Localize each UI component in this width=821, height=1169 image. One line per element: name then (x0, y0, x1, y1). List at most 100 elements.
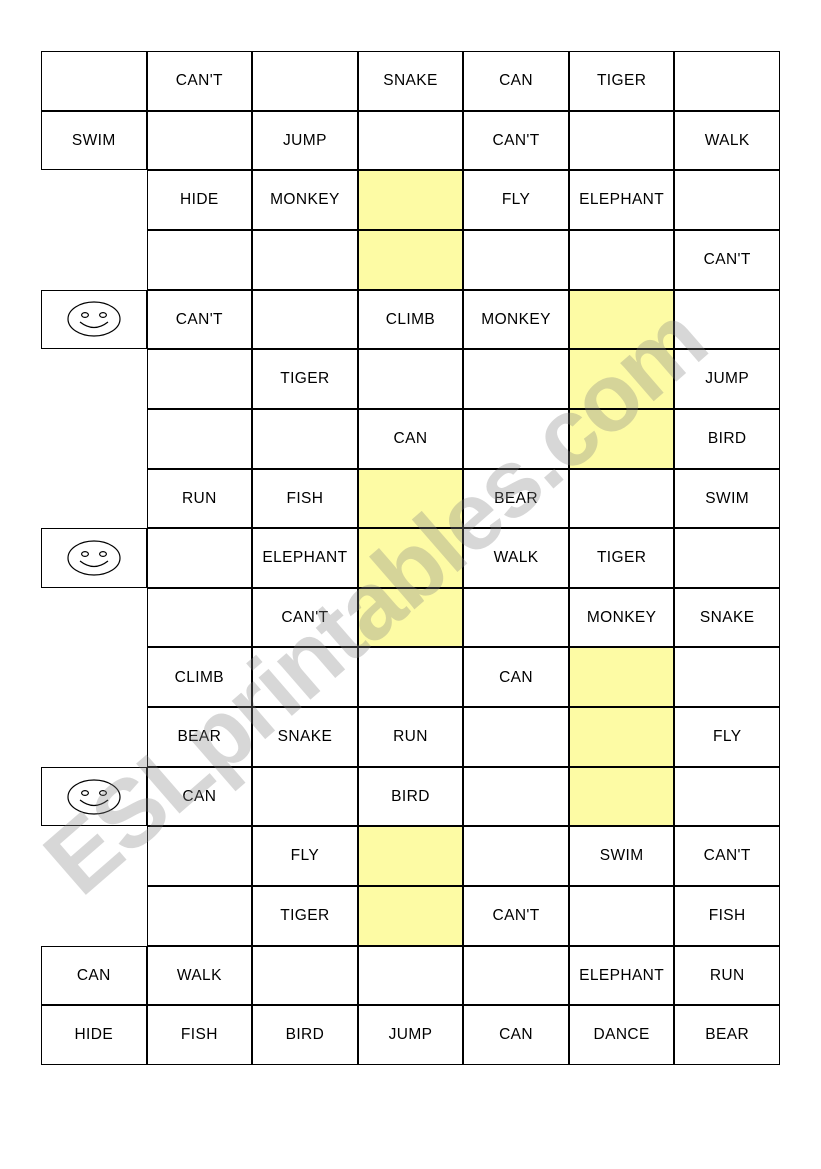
grid-cell[interactable] (463, 587, 569, 648)
grid-cell[interactable] (41, 230, 147, 290)
grid-cell[interactable]: CLIMB (357, 289, 464, 350)
grid-cell[interactable] (146, 886, 253, 946)
grid-cell[interactable]: FLY (463, 170, 569, 230)
grid-cell[interactable]: MONKEY (463, 289, 569, 350)
grid-cell[interactable] (357, 647, 464, 708)
grid-cell[interactable] (568, 408, 675, 469)
grid-cell[interactable]: TIGER (568, 51, 675, 111)
grid-cell[interactable] (568, 766, 675, 827)
grid-cell[interactable]: FLY (674, 707, 780, 767)
grid-cell[interactable]: CAN (463, 1005, 569, 1065)
grid-cell[interactable]: CAN (41, 945, 147, 1006)
grid-cell[interactable]: CAN (463, 647, 569, 708)
grid-cell-smiley[interactable] (41, 766, 147, 827)
grid-cell[interactable] (357, 468, 464, 529)
grid-cell[interactable]: CAN'T (252, 587, 358, 648)
grid-cell[interactable]: BIRD (357, 766, 464, 827)
grid-cell[interactable] (41, 51, 147, 111)
grid-cell[interactable]: FISH (146, 1005, 253, 1065)
grid-cell[interactable]: HIDE (146, 170, 253, 230)
grid-cell[interactable]: FLY (252, 826, 358, 887)
grid-cell[interactable] (357, 886, 464, 946)
grid-cell[interactable] (252, 647, 358, 708)
grid-cell[interactable]: HIDE (41, 1005, 147, 1065)
grid-cell-smiley[interactable] (41, 528, 147, 588)
grid-cell[interactable] (674, 528, 780, 588)
grid-cell[interactable]: WALK (463, 528, 569, 588)
grid-cell[interactable]: BIRD (674, 408, 780, 469)
grid-cell[interactable] (41, 349, 147, 409)
grid-cell[interactable]: BEAR (674, 1005, 780, 1065)
grid-cell[interactable]: SNAKE (674, 587, 780, 648)
grid-cell[interactable] (568, 289, 675, 350)
grid-cell[interactable] (146, 229, 253, 290)
grid-cell[interactable] (357, 110, 464, 171)
grid-cell[interactable]: WALK (146, 945, 253, 1006)
grid-cell[interactable] (41, 707, 147, 767)
grid-cell[interactable]: ELEPHANT (568, 170, 675, 230)
grid-cell[interactable]: ELEPHANT (252, 528, 358, 588)
grid-cell[interactable]: CAN (357, 408, 464, 469)
grid-cell[interactable]: SNAKE (252, 707, 358, 767)
grid-cell[interactable] (252, 229, 358, 290)
grid-cell[interactable]: ELEPHANT (568, 945, 675, 1006)
grid-cell[interactable] (357, 945, 464, 1006)
grid-cell[interactable] (463, 349, 569, 409)
grid-cell[interactable] (463, 826, 569, 887)
grid-cell[interactable]: TIGER (252, 349, 358, 409)
grid-cell[interactable]: TIGER (568, 528, 675, 588)
grid-cell[interactable] (568, 349, 675, 409)
grid-cell[interactable] (357, 229, 464, 290)
grid-cell[interactable] (41, 469, 147, 529)
grid-cell[interactable] (463, 945, 569, 1006)
grid-cell[interactable]: CAN'T (146, 289, 253, 350)
grid-cell[interactable]: CAN'T (463, 886, 569, 946)
grid-cell[interactable] (568, 229, 675, 290)
grid-cell[interactable] (357, 528, 464, 588)
grid-cell[interactable]: SWIM (568, 826, 675, 887)
grid-cell[interactable] (463, 766, 569, 827)
grid-cell[interactable]: JUMP (252, 110, 358, 171)
grid-cell[interactable] (568, 647, 675, 708)
grid-cell[interactable] (674, 647, 780, 708)
grid-cell[interactable]: MONKEY (568, 587, 675, 648)
grid-cell[interactable] (252, 945, 358, 1006)
grid-cell[interactable] (357, 826, 464, 887)
grid-cell[interactable]: CAN (463, 51, 569, 111)
grid-cell[interactable] (568, 707, 675, 767)
grid-cell[interactable] (41, 170, 147, 230)
grid-cell[interactable] (146, 349, 253, 409)
grid-cell[interactable]: CAN'T (674, 826, 780, 887)
grid-cell[interactable]: CAN'T (674, 229, 780, 290)
grid-cell[interactable] (674, 289, 780, 350)
grid-cell[interactable] (252, 408, 358, 469)
grid-cell[interactable]: CLIMB (146, 647, 253, 708)
grid-cell[interactable] (41, 826, 147, 886)
grid-cell[interactable] (146, 110, 253, 171)
grid-cell[interactable]: CAN (146, 766, 253, 827)
grid-cell[interactable] (463, 408, 569, 469)
grid-cell[interactable]: SWIM (674, 468, 780, 529)
grid-cell[interactable] (41, 647, 147, 707)
grid-cell[interactable] (146, 528, 253, 588)
grid-cell[interactable] (568, 886, 675, 946)
grid-cell[interactable]: BEAR (463, 468, 569, 529)
grid-cell[interactable]: CAN'T (463, 110, 569, 171)
grid-cell[interactable]: CAN'T (146, 51, 253, 111)
grid-cell[interactable]: FISH (252, 468, 358, 529)
grid-cell[interactable]: JUMP (357, 1005, 464, 1065)
grid-cell[interactable] (357, 349, 464, 409)
grid-cell[interactable] (146, 826, 253, 887)
grid-cell[interactable] (674, 51, 780, 111)
grid-cell[interactable]: JUMP (674, 349, 780, 409)
grid-cell[interactable] (674, 170, 780, 230)
grid-cell[interactable]: RUN (357, 707, 464, 767)
grid-cell[interactable] (463, 707, 569, 767)
grid-cell[interactable]: BIRD (252, 1005, 358, 1065)
grid-cell[interactable] (146, 408, 253, 469)
grid-cell[interactable] (568, 110, 675, 171)
grid-cell[interactable] (463, 229, 569, 290)
grid-cell[interactable]: SWIM (41, 110, 147, 171)
grid-cell[interactable] (41, 588, 147, 648)
grid-cell[interactable]: MONKEY (252, 170, 358, 230)
